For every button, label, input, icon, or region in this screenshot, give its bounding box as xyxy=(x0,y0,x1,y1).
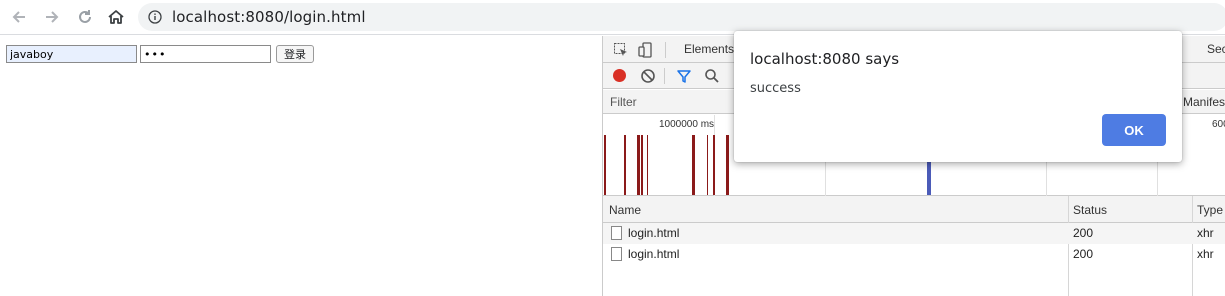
forward-arrow-icon[interactable] xyxy=(41,6,63,28)
reload-icon[interactable] xyxy=(74,6,96,28)
file-icon xyxy=(611,226,622,240)
request-type: xhr xyxy=(1197,247,1214,261)
record-icon[interactable] xyxy=(613,69,626,82)
table-row[interactable]: login.html 200 xhr xyxy=(603,244,1225,265)
overview-bar xyxy=(637,135,640,195)
home-icon[interactable] xyxy=(105,6,127,28)
overview-bar xyxy=(713,135,715,195)
table-row[interactable]: login.html 200 xhr xyxy=(603,223,1225,244)
overview-bar xyxy=(641,135,643,195)
filter-icon[interactable] xyxy=(676,68,692,84)
overview-bar xyxy=(707,135,708,195)
overview-bar xyxy=(927,159,931,195)
overview-bar xyxy=(604,135,606,195)
overview-bar xyxy=(692,135,695,195)
controls-divider xyxy=(664,68,665,84)
request-status: 200 xyxy=(1073,247,1094,261)
username-input[interactable] xyxy=(6,45,137,63)
inspect-element-icon[interactable] xyxy=(613,42,629,58)
overview-tick-label: 1000000 ms xyxy=(659,119,715,130)
ok-button[interactable]: OK xyxy=(1102,114,1166,146)
column-header-name[interactable]: Name xyxy=(609,203,641,217)
overview-bar xyxy=(624,135,626,195)
dialog-title: localhost:8080 says xyxy=(750,50,900,68)
back-arrow-icon[interactable] xyxy=(8,6,30,28)
toolbar-divider xyxy=(665,42,666,58)
overview-tick-label: 600 xyxy=(1212,119,1225,130)
overview-bar xyxy=(726,135,729,195)
address-bar[interactable]: localhost:8080/login.html xyxy=(138,3,1225,31)
info-icon[interactable] xyxy=(148,10,162,24)
tab-security[interactable]: Sec xyxy=(1207,42,1225,56)
search-icon[interactable] xyxy=(704,68,720,84)
filter-type-manifest[interactable]: Manifes xyxy=(1183,95,1225,109)
file-icon xyxy=(611,247,622,261)
request-type: xhr xyxy=(1197,226,1214,240)
login-button[interactable]: 登录 xyxy=(276,45,314,63)
column-header-status[interactable]: Status xyxy=(1073,203,1107,217)
url-text: localhost:8080/login.html xyxy=(172,8,366,26)
tab-elements[interactable]: Elements xyxy=(684,42,734,56)
page-content: 登录 xyxy=(0,36,602,296)
request-name: login.html xyxy=(628,247,680,261)
filter-input[interactable]: Filter xyxy=(610,95,637,109)
requests-table-header: Name Status Type xyxy=(603,196,1225,223)
browser-toolbar: localhost:8080/login.html xyxy=(0,0,1225,35)
alert-dialog: localhost:8080 says success OK xyxy=(734,31,1182,162)
dialog-message: success xyxy=(750,81,801,96)
overview-bar xyxy=(647,135,648,195)
request-name: login.html xyxy=(628,226,680,240)
password-input[interactable] xyxy=(140,45,271,63)
device-toolbar-icon[interactable] xyxy=(638,42,654,58)
column-header-type[interactable]: Type xyxy=(1197,203,1223,217)
clear-icon[interactable] xyxy=(640,68,656,84)
request-status: 200 xyxy=(1073,226,1094,240)
